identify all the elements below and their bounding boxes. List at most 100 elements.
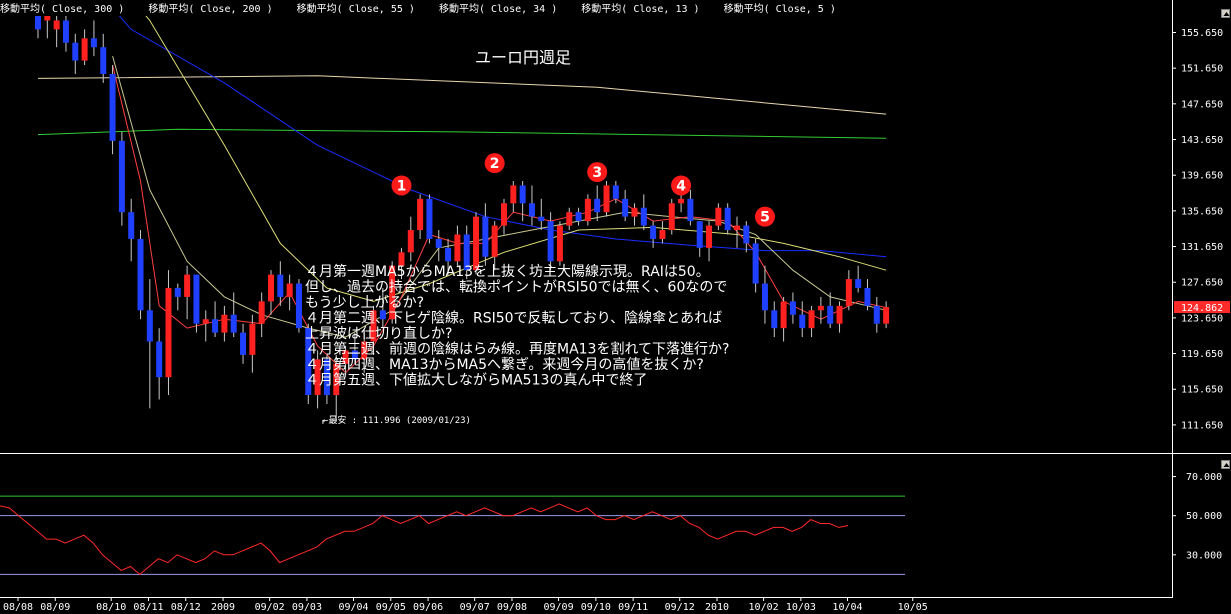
candle-bullish bbox=[165, 288, 172, 378]
candle-bearish bbox=[193, 274, 200, 324]
price-tick-label: 139.650 bbox=[1181, 171, 1223, 182]
price-tick-label: 115.650 bbox=[1181, 385, 1223, 396]
candle-bearish bbox=[864, 288, 871, 306]
candle-bearish bbox=[295, 283, 302, 329]
candle-bearish bbox=[212, 319, 219, 333]
candle-bearish bbox=[519, 185, 526, 204]
x-tick-label: 08/12 bbox=[171, 602, 201, 613]
candle-bullish bbox=[566, 212, 573, 226]
candle-bearish bbox=[528, 203, 535, 217]
candle-bullish bbox=[556, 225, 563, 262]
x-tick-label: 09/03 bbox=[292, 602, 322, 613]
x-tick-label: 2010 bbox=[705, 602, 729, 613]
price-tick-label: 155.650 bbox=[1181, 28, 1223, 39]
candle-bullish bbox=[510, 185, 517, 204]
candle-bullish bbox=[501, 203, 507, 226]
ma-line-0 bbox=[37, 75, 887, 115]
candle-bullish bbox=[715, 207, 722, 226]
candle-bearish bbox=[724, 207, 731, 231]
candle-bearish bbox=[612, 185, 619, 199]
candle-bullish bbox=[584, 198, 591, 222]
candle-bearish bbox=[128, 212, 135, 239]
candle-bearish bbox=[771, 310, 778, 329]
wave-marker-label: 5 bbox=[760, 210, 770, 226]
x-tick-label: 08/09 bbox=[40, 602, 70, 613]
candle-bearish bbox=[146, 310, 153, 342]
ma-line-3 bbox=[145, 16, 887, 302]
candle-bearish bbox=[435, 238, 442, 248]
x-tick-label: 10/02 bbox=[749, 602, 779, 613]
candle-bearish bbox=[873, 305, 880, 324]
x-tick-label: 10/04 bbox=[832, 602, 862, 613]
annotation-line: 但し、過去の持合では、転換ポイントがRSI50では無く、60なので bbox=[305, 280, 727, 296]
candle-bullish bbox=[780, 301, 787, 329]
wave-marker-label: 2 bbox=[490, 156, 500, 172]
candle-bullish bbox=[845, 279, 852, 306]
candle-bearish bbox=[445, 247, 452, 262]
price-tick-label: 119.650 bbox=[1181, 349, 1223, 360]
price-tick-label: 127.650 bbox=[1181, 278, 1223, 289]
candle-bearish bbox=[277, 274, 284, 297]
candle-bearish bbox=[855, 279, 862, 289]
chart-title: ユーロ円週足 bbox=[475, 48, 571, 67]
candle-bullish bbox=[44, 16, 51, 21]
candle-bullish bbox=[883, 307, 890, 324]
candle-bearish bbox=[538, 216, 545, 222]
chart-canvas: 155.650 151.650 147.650 143.650 139.650 135.6… bbox=[0, 0, 1231, 613]
candle-bullish bbox=[603, 185, 610, 213]
candle-bullish bbox=[473, 216, 480, 271]
x-tick-label: 08/08 bbox=[3, 602, 33, 613]
chart-window: 移動平均( Close, 300 ) 移動平均( Close, 200 ) 移動… bbox=[0, 0, 1231, 614]
candle-bearish bbox=[174, 288, 181, 297]
candle-bearish bbox=[640, 207, 647, 226]
x-tick-label: 08/10 bbox=[96, 602, 126, 613]
annotation-line: もう少し上がるか? bbox=[305, 295, 424, 311]
x-tick-label: 10/03 bbox=[786, 602, 816, 613]
price-tick-label: 151.650 bbox=[1181, 64, 1223, 75]
wave-marker-label: 3 bbox=[592, 165, 602, 181]
candle-bearish bbox=[575, 212, 582, 222]
candle-bullish bbox=[706, 225, 713, 248]
candle-bearish bbox=[687, 198, 694, 222]
x-tick-label: 09/07 bbox=[460, 602, 490, 613]
candle-bearish bbox=[547, 221, 554, 262]
x-tick-label: 09/11 bbox=[618, 602, 648, 613]
candle-bearish bbox=[622, 198, 629, 217]
annotation-line: ４月第一週MA5からMA13を上抜く坊主大陽線示現。RAIは50。 bbox=[305, 263, 710, 280]
candle-bullish bbox=[286, 283, 293, 297]
price-tick-label: 135.650 bbox=[1181, 206, 1223, 217]
candle-bullish bbox=[258, 301, 265, 324]
candle-bullish bbox=[407, 230, 414, 253]
candle-bearish bbox=[156, 341, 163, 378]
rsi-tick-label: 50.000 bbox=[1186, 511, 1222, 522]
candle-bearish bbox=[743, 225, 750, 244]
candle-bullish bbox=[668, 203, 675, 231]
candle-bullish bbox=[268, 274, 274, 302]
annotation-line: ４月第三週、前週の陰線はらみ線。再度MA13を割れて下落進行か? bbox=[305, 341, 729, 358]
candle-bullish bbox=[817, 305, 824, 311]
price-tick-label: 147.650 bbox=[1181, 99, 1223, 110]
candle-bullish bbox=[81, 38, 88, 61]
candle-bearish bbox=[90, 38, 97, 48]
candle-bullish bbox=[631, 207, 638, 217]
x-tick-label: 09/09 bbox=[544, 602, 574, 613]
annotation-line: ４月第四週、MA13からMA5へ繋ぎ。来週今月の高値を抜くか? bbox=[305, 356, 704, 373]
candle-bearish bbox=[799, 314, 806, 329]
annotation-line: 上昇波は仕切り直しか? bbox=[305, 325, 452, 342]
candle-bullish bbox=[221, 314, 228, 333]
candle-bearish bbox=[118, 140, 125, 213]
rsi-tick-label: 70.000 bbox=[1186, 472, 1222, 483]
x-tick-label: 09/12 bbox=[665, 602, 695, 613]
candle-bearish bbox=[72, 42, 79, 61]
candle-bearish bbox=[62, 20, 69, 43]
rsi-line bbox=[0, 503, 849, 576]
x-tick-label: 09/08 bbox=[497, 602, 527, 613]
candle-bearish bbox=[696, 221, 703, 248]
candle-bearish bbox=[137, 238, 144, 311]
candle-bullish bbox=[678, 198, 685, 204]
candle-bearish bbox=[100, 47, 107, 74]
x-tick-label: 09/04 bbox=[338, 602, 368, 613]
candle-bearish bbox=[594, 198, 601, 213]
candle-bearish bbox=[230, 314, 237, 333]
price-tick-label: 111.650 bbox=[1181, 420, 1223, 431]
